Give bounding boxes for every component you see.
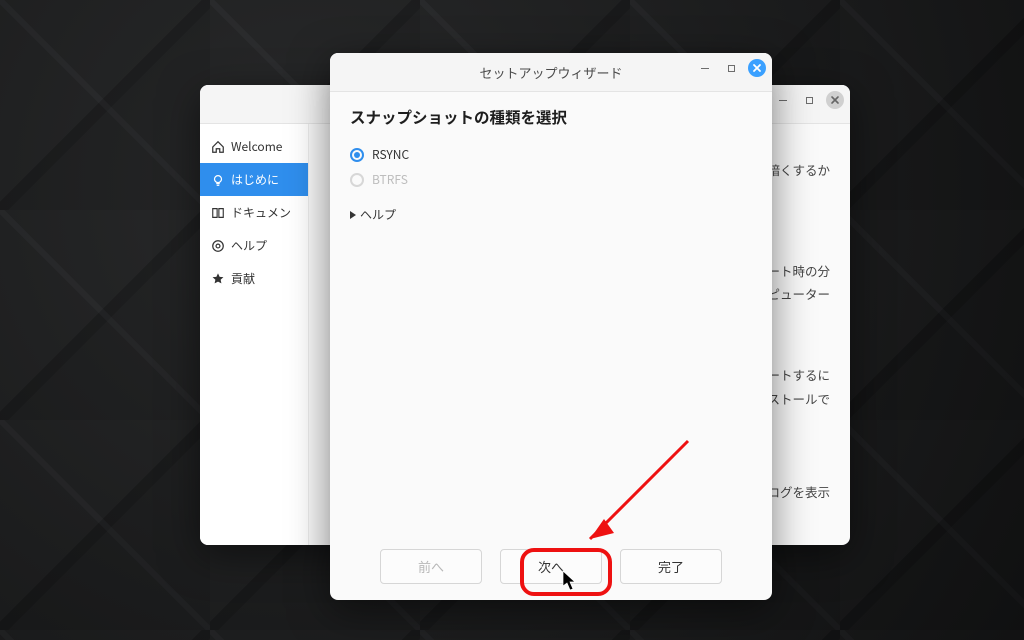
- sidebar-item-welcome[interactable]: Welcome: [200, 130, 308, 163]
- welcome-sidebar: Welcome はじめに ドキュメン ヘルプ: [200, 124, 309, 545]
- help-expander[interactable]: ヘルプ: [350, 206, 752, 223]
- sidebar-item-documentation[interactable]: ドキュメン: [200, 196, 308, 229]
- radio-icon: [350, 173, 364, 187]
- book-icon: [210, 205, 225, 220]
- sidebar-item-getting-started[interactable]: はじめに: [200, 163, 308, 196]
- setup-wizard-window: セットアップウィザード スナップショットの種類を選択 RSYNC BTRFS ヘ…: [330, 53, 772, 600]
- wizard-title: セットアップウィザード: [479, 63, 622, 82]
- sidebar-item-label: 貢献: [231, 270, 255, 287]
- maximize-button[interactable]: [722, 59, 740, 77]
- sidebar-item-label: ドキュメン: [231, 204, 291, 221]
- minimize-button[interactable]: [696, 59, 714, 77]
- maximize-button[interactable]: [800, 91, 818, 109]
- radio-label: BTRFS: [372, 171, 408, 188]
- close-button[interactable]: [826, 91, 844, 109]
- radio-icon: [350, 148, 364, 162]
- wizard-titlebar[interactable]: セットアップウィザード: [330, 53, 772, 92]
- previous-button: 前へ: [380, 549, 482, 584]
- close-button[interactable]: [748, 59, 766, 77]
- wizard-footer: 前へ 次へ 完了: [330, 535, 772, 600]
- wizard-heading: スナップショットの種類を選択: [350, 106, 752, 128]
- sidebar-item-contribute[interactable]: 貢献: [200, 262, 308, 295]
- snapshot-type-rsync[interactable]: RSYNC: [350, 142, 752, 167]
- bulb-icon: [210, 172, 225, 187]
- home-icon: [210, 139, 225, 154]
- star-icon: [210, 271, 225, 286]
- sidebar-item-label: はじめに: [231, 171, 279, 188]
- minimize-button[interactable]: [774, 91, 792, 109]
- sidebar-item-label: ヘルプ: [231, 237, 267, 254]
- chevron-right-icon: [350, 211, 356, 219]
- sidebar-item-label: Welcome: [231, 138, 282, 155]
- radio-label: RSYNC: [372, 146, 409, 163]
- expander-label: ヘルプ: [360, 206, 396, 223]
- snapshot-type-btrfs: BTRFS: [350, 167, 752, 192]
- sidebar-item-help[interactable]: ヘルプ: [200, 229, 308, 262]
- finish-button[interactable]: 完了: [620, 549, 722, 584]
- next-button[interactable]: 次へ: [500, 549, 602, 584]
- ring-icon: [210, 238, 225, 253]
